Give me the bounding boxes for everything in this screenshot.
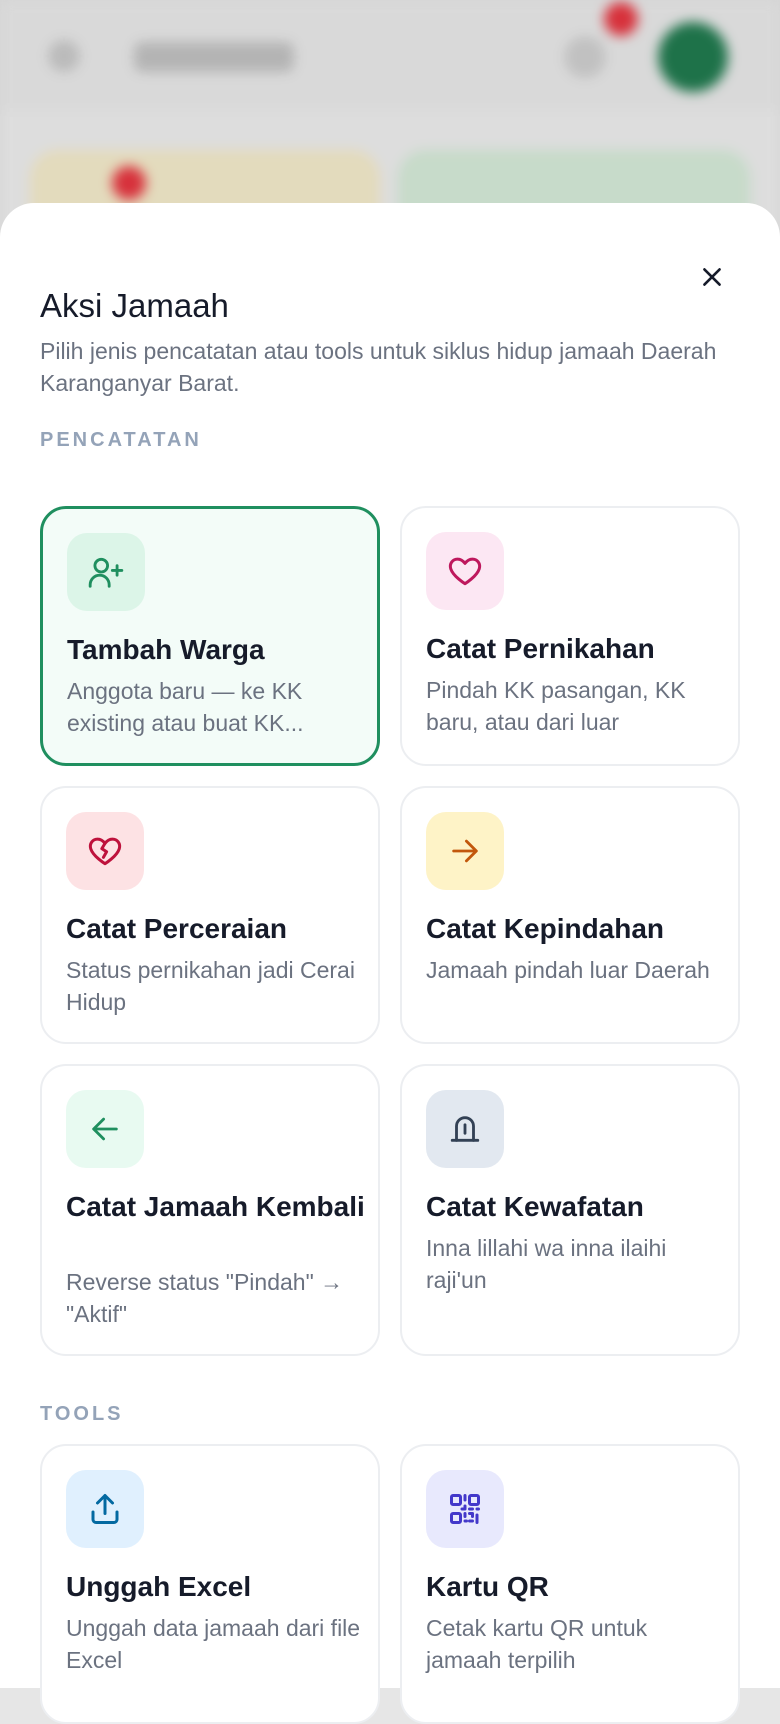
section-label-pencatatan: PENCATATAN	[40, 429, 202, 451]
card-title: Catat Perceraian	[66, 913, 288, 944]
card-title: Kartu QR	[426, 1571, 549, 1602]
qr-code-icon-box	[426, 1470, 504, 1548]
card-title: Tambah Warga	[67, 634, 265, 665]
card-description: Anggota baru — ke KK existing atau buat …	[67, 678, 304, 736]
user-plus-icon	[88, 557, 124, 588]
upload-icon-box	[66, 1470, 144, 1548]
card-catat-pernikahan[interactable]: Catat Pernikahan Pindah KK pasangan, KK …	[400, 506, 740, 766]
close-button[interactable]	[688, 253, 736, 301]
card-unggah-excel[interactable]: Unggah Excel Unggah data jamaah dari fil…	[40, 1444, 380, 1724]
action-sheet: Aksi Jamaah Pilih jenis pencatatan atau …	[0, 203, 780, 1724]
qr-code-icon	[450, 1494, 480, 1524]
card-catat-kepindahan[interactable]: Catat Kepindahan Jamaah pindah luar Daer…	[400, 786, 740, 1044]
card-title: Catat Kewafatan	[426, 1191, 644, 1222]
section-label-tools: TOOLS	[40, 1403, 124, 1425]
heart-icon-box	[426, 532, 504, 610]
card-title: Unggah Excel	[66, 1571, 252, 1602]
card-description: Jamaah pindah luar Daerah	[426, 957, 710, 983]
arrow-left-icon	[92, 1117, 118, 1141]
broken-heart-icon	[88, 837, 122, 866]
card-kartu-qr[interactable]: Kartu QR Cetak kartu QR untuk jamaah ter…	[400, 1444, 740, 1724]
card-title: Catat Kepindahan	[426, 913, 665, 944]
arrow-right-icon	[452, 839, 478, 863]
tombstone-icon-box	[426, 1090, 504, 1168]
tombstone-icon	[450, 1116, 480, 1142]
user-plus-icon-box	[67, 533, 145, 611]
arrow-left-icon-box	[66, 1090, 144, 1168]
broken-heart-icon-box	[66, 812, 144, 890]
upload-icon	[91, 1494, 119, 1524]
sheet-title: Aksi Jamaah	[40, 287, 229, 324]
arrow-right-icon-box	[426, 812, 504, 890]
card-tambah-warga[interactable]: Tambah Warga Anggota baru — ke KK existi…	[40, 506, 380, 766]
card-title: Catat Jamaah Kembali	[66, 1191, 365, 1222]
card-catat-jamaah-kembali[interactable]: Catat Jamaah Kembali Reverse status "Pin…	[40, 1064, 380, 1356]
card-catat-kewafatan[interactable]: Catat Kewafatan Inna lillahi wa inna ila…	[400, 1064, 740, 1356]
heart-icon	[448, 557, 482, 586]
card-description: Pindah KK pasangan, KK baru, atau dari l…	[426, 677, 686, 735]
card-description: Cetak kartu QR untuk jamaah terpilih	[426, 1615, 648, 1673]
close-icon	[703, 268, 721, 286]
card-catat-perceraian[interactable]: Catat Perceraian Status pernikahan jadi …	[40, 786, 380, 1044]
card-title: Catat Pernikahan	[426, 633, 655, 664]
card-description: Status pernikahan jadi Cerai Hidup	[66, 957, 355, 1015]
sheet-subtitle: Pilih jenis pencatatan atau tools untuk …	[40, 338, 717, 396]
card-description: Inna lillahi wa inna ilaihi raji'un	[426, 1235, 667, 1293]
card-description: Reverse status "Pindah" → "Aktif"	[66, 1269, 344, 1327]
card-description: Unggah data jamaah dari file Excel	[66, 1615, 361, 1673]
